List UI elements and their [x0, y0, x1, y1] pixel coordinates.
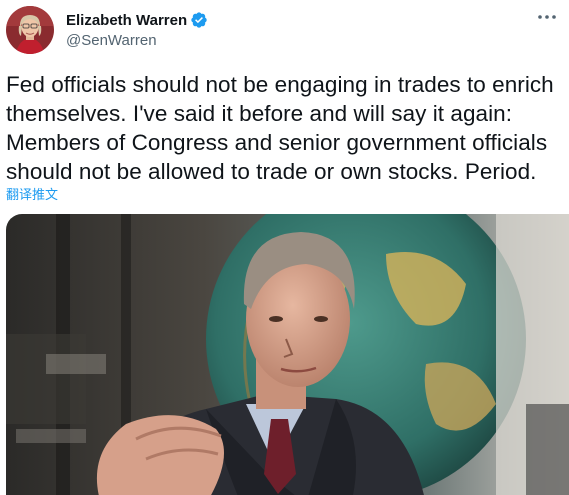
- tweet-card[interactable]: Elizabeth Warren @SenWarren Fed official…: [0, 0, 569, 495]
- verified-badge-icon: [190, 11, 208, 29]
- tweet-photo[interactable]: [6, 214, 569, 495]
- author-avatar[interactable]: [6, 6, 54, 54]
- tweet-text: Fed officials should not be engaging in …: [6, 72, 554, 184]
- author-info: Elizabeth Warren @SenWarren: [66, 10, 208, 51]
- author-handle[interactable]: @SenWarren: [66, 31, 208, 51]
- author-display-name[interactable]: Elizabeth Warren: [66, 12, 187, 29]
- translate-tweet-link[interactable]: 翻译推文: [6, 184, 58, 203]
- more-options-icon[interactable]: [533, 6, 561, 28]
- name-row: Elizabeth Warren: [66, 10, 208, 30]
